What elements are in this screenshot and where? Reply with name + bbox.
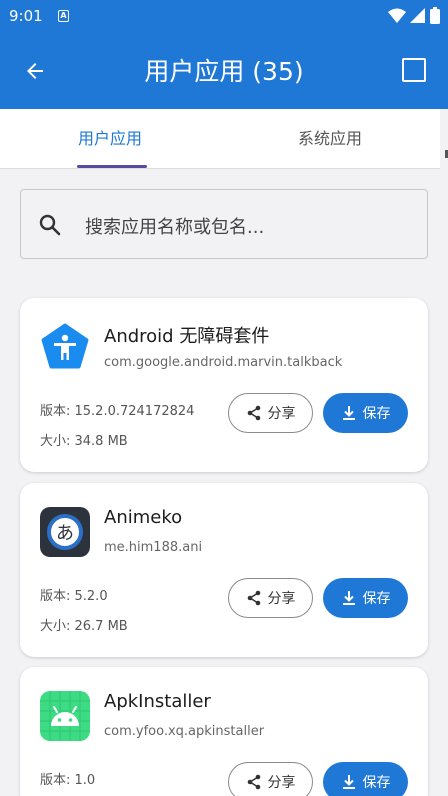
share-label: 分享 <box>267 591 296 607</box>
animeko-icon: あ <box>40 507 90 557</box>
share-label: 分享 <box>267 775 296 791</box>
save-label: 保存 <box>362 591 391 607</box>
select-all-checkbox[interactable] <box>402 58 426 82</box>
notification-badge: A <box>58 10 69 22</box>
accessibility-icon <box>41 323 89 369</box>
tab-bar: 用户应用 系统应用 <box>0 109 440 169</box>
download-icon <box>342 406 355 420</box>
wifi-icon <box>388 8 406 23</box>
download-icon <box>342 775 355 789</box>
app-version: 版本: 5.2.0 <box>40 589 108 604</box>
app-name: Animeko <box>104 507 183 528</box>
tab-user-apps[interactable]: 用户应用 <box>0 109 220 168</box>
share-button[interactable]: 分享 <box>228 393 313 433</box>
tab-indicator <box>77 165 147 168</box>
share-label: 分享 <box>267 406 296 422</box>
status-time: 9:01 <box>9 7 43 25</box>
app-card[interactable]: あ Animeko me.him188.ani 版本: 5.2.0 大小: 26… <box>20 483 428 657</box>
tab-label: 系统应用 <box>297 129 362 148</box>
search-field[interactable]: 搜索应用名称或包名... <box>20 189 428 259</box>
app-name: ApkInstaller <box>104 691 211 712</box>
save-label: 保存 <box>362 775 391 791</box>
app-card[interactable]: Android 无障碍套件 com.google.android.marvin.… <box>20 298 428 472</box>
battery-icon <box>430 7 440 24</box>
share-icon <box>247 405 260 421</box>
app-version: 版本: 1.0 <box>40 773 96 788</box>
app-size: 大小: 34.8 MB <box>40 434 128 449</box>
search-icon <box>39 214 61 236</box>
status-bar: 9:01 A <box>0 0 448 32</box>
tab-system-apps[interactable]: 系统应用 <box>220 109 440 168</box>
tab-label: 用户应用 <box>77 129 142 148</box>
share-button[interactable]: 分享 <box>228 762 313 796</box>
page-title: 用户应用 (35) <box>144 57 304 86</box>
app-bar: 9:01 A 用户应用 (35) <box>0 0 448 109</box>
status-icons <box>388 7 440 24</box>
save-label: 保存 <box>362 406 391 422</box>
search-placeholder: 搜索应用名称或包名... <box>85 217 265 238</box>
app-card[interactable]: ApkInstaller com.yfoo.xq.apkinstaller 版本… <box>20 667 428 796</box>
share-button[interactable]: 分享 <box>228 578 313 618</box>
signal-icon <box>410 7 425 23</box>
app-size: 大小: 26.7 MB <box>40 619 128 634</box>
svg-text:あ: あ <box>56 523 74 544</box>
save-button[interactable]: 保存 <box>323 393 408 433</box>
share-icon <box>247 774 260 790</box>
download-icon <box>342 591 355 605</box>
app-package: com.yfoo.xq.apkinstaller <box>104 724 265 739</box>
share-icon <box>247 590 260 606</box>
toolbar: 用户应用 (35) <box>0 32 448 109</box>
app-name: Android 无障碍套件 <box>104 326 270 347</box>
app-version: 版本: 15.2.0.724172824 <box>40 404 195 419</box>
save-button[interactable]: 保存 <box>323 762 408 796</box>
save-button[interactable]: 保存 <box>323 578 408 618</box>
app-package: me.him188.ani <box>104 540 203 555</box>
android-icon <box>40 691 90 741</box>
app-package: com.google.android.marvin.talkback <box>104 355 343 370</box>
